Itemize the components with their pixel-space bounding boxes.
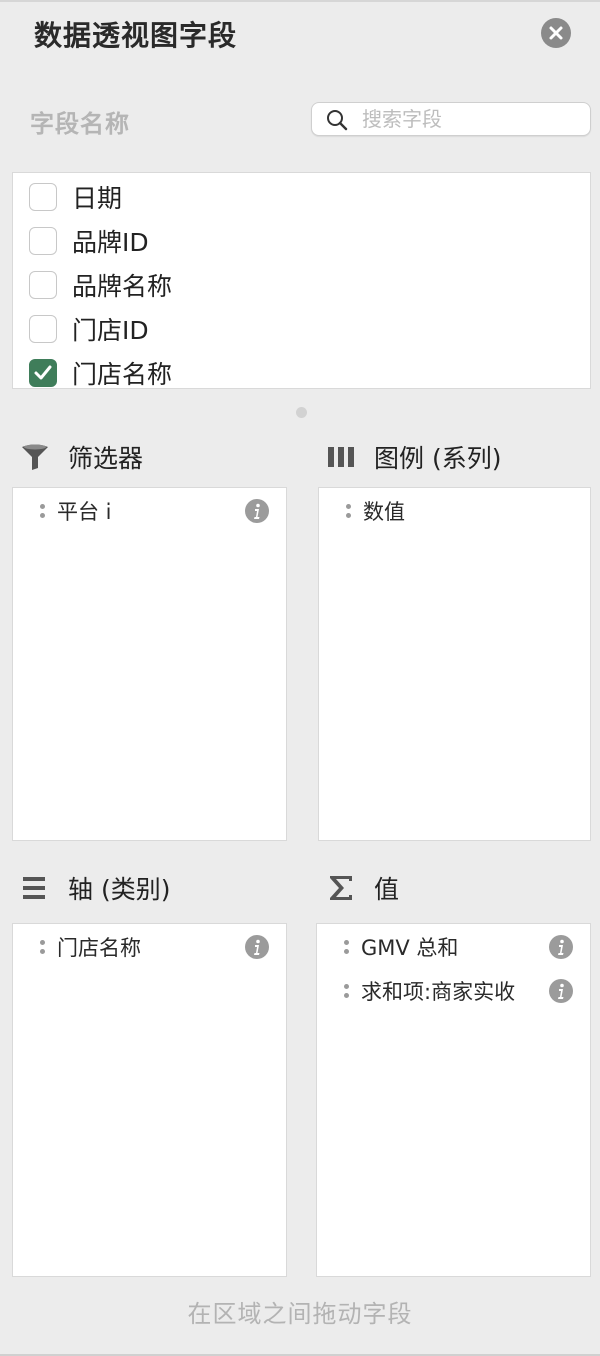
- checkbox[interactable]: [29, 315, 57, 343]
- checkbox-checked[interactable]: [29, 359, 57, 387]
- field-list[interactable]: 日期 品牌ID 品牌名称 门店ID 门店名称: [12, 172, 591, 389]
- axis-drop-area[interactable]: 门店名称: [12, 923, 287, 1277]
- columns-bars-icon: [328, 447, 354, 467]
- close-icon[interactable]: [541, 18, 571, 48]
- values-header: 值: [326, 871, 399, 905]
- value-item[interactable]: 求和项:商家实收: [317, 974, 590, 1008]
- checkbox[interactable]: [29, 271, 57, 299]
- pivot-chart-fields-panel: 数据透视图字段 字段名称 日期 品牌ID 品牌名称 门店ID: [0, 0, 600, 1356]
- field-name-heading: 字段名称: [30, 110, 130, 138]
- panel-title: 数据透视图字段: [34, 19, 238, 52]
- search-icon: [327, 110, 348, 131]
- drag-handle-icon[interactable]: [341, 980, 351, 1002]
- axis-item[interactable]: 门店名称: [13, 930, 286, 964]
- checkbox[interactable]: [29, 227, 57, 255]
- info-icon[interactable]: [244, 498, 270, 524]
- splitter-handle[interactable]: [296, 407, 307, 418]
- search-input[interactable]: [362, 106, 582, 132]
- sigma-icon: [330, 876, 352, 900]
- info-icon[interactable]: [244, 934, 270, 960]
- values-title: 值: [374, 875, 400, 904]
- drag-handle-icon[interactable]: [341, 936, 351, 958]
- filters-title: 筛选器: [68, 444, 144, 473]
- field-item-brand-name[interactable]: 品牌名称: [29, 267, 172, 303]
- filters-header: 筛选器: [20, 440, 143, 474]
- drag-hint-text: 在区域之间拖动字段: [187, 1300, 413, 1328]
- pill-label: GMV 总和: [361, 936, 459, 960]
- values-drop-area[interactable]: GMV 总和 求和项:商家实收: [316, 923, 591, 1277]
- checkmark-icon: [34, 365, 52, 380]
- filter-item[interactable]: 平台 i: [13, 494, 286, 528]
- filters-drop-area[interactable]: 平台 i: [12, 487, 287, 841]
- pill-label: 门店名称: [57, 936, 141, 960]
- drag-handle-icon[interactable]: [37, 500, 47, 522]
- field-item-brand-id[interactable]: 品牌ID: [29, 223, 149, 259]
- value-item[interactable]: GMV 总和: [317, 930, 590, 964]
- field-item-store-id[interactable]: 门店ID: [29, 311, 149, 347]
- axis-title: 轴 (类别): [68, 875, 171, 904]
- field-item-store-name[interactable]: 门店名称: [29, 355, 173, 389]
- info-icon[interactable]: [548, 934, 574, 960]
- pill-label: 平台 i: [57, 500, 112, 524]
- drag-handle-icon[interactable]: [343, 500, 353, 522]
- rows-lines-icon: [23, 877, 45, 899]
- pill-label: 数值: [363, 500, 405, 524]
- field-label: 品牌名称: [72, 272, 173, 301]
- axis-header: 轴 (类别): [20, 871, 170, 905]
- field-label: 门店名称: [72, 360, 173, 389]
- pill-label: 求和项:商家实收: [361, 980, 516, 1004]
- field-label: 日期: [72, 184, 123, 213]
- field-label: 品牌ID: [72, 228, 149, 257]
- legend-header: 图例 (系列): [326, 440, 501, 474]
- info-icon[interactable]: [548, 978, 574, 1004]
- legend-title: 图例 (系列): [374, 444, 502, 473]
- legend-item[interactable]: 数值: [319, 494, 590, 528]
- checkbox[interactable]: [29, 183, 57, 211]
- field-item-date[interactable]: 日期: [29, 179, 122, 215]
- filter-funnel-icon: [22, 444, 48, 470]
- field-label: 门店ID: [72, 316, 149, 345]
- search-field-box[interactable]: [311, 102, 591, 136]
- legend-drop-area[interactable]: 数值: [318, 487, 591, 841]
- drag-handle-icon[interactable]: [37, 936, 47, 958]
